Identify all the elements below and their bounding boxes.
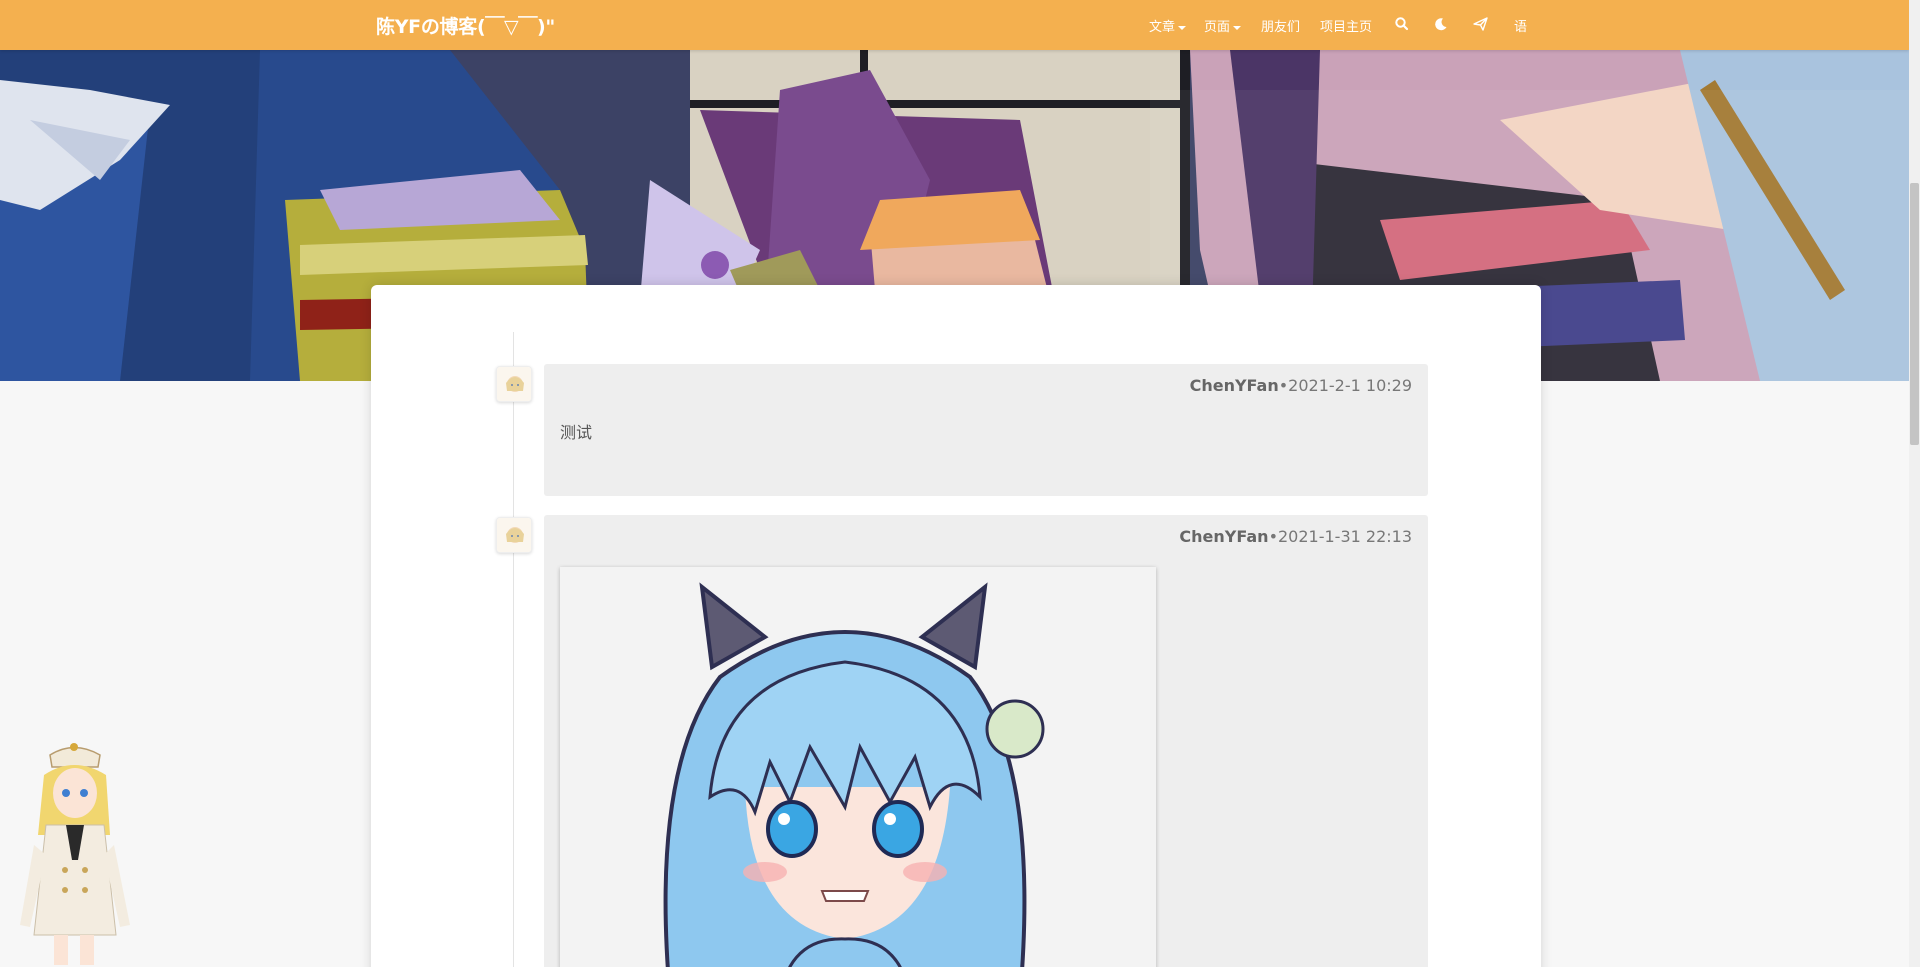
nav-item-label: 项目主页	[1320, 20, 1373, 35]
language-toggle[interactable]: 语	[1514, 16, 1527, 35]
timeline-line	[513, 332, 514, 967]
comment-time: 2021-2-1 10:29	[1288, 376, 1412, 395]
nav-item-label: 文章	[1149, 20, 1176, 35]
paper-plane-icon[interactable]	[1472, 15, 1490, 33]
comment-time: 2021-1-31 22:13	[1278, 527, 1412, 546]
nav-item-label: 朋友们	[1261, 20, 1301, 35]
nav-item-friends[interactable]: 朋友们	[1261, 16, 1300, 35]
comment-author: ChenYFan	[1179, 527, 1269, 546]
comment-text: 测试	[560, 423, 593, 442]
live2d-character-widget[interactable]	[10, 735, 138, 967]
avatar[interactable]	[496, 517, 532, 553]
nav-item-label: 页面	[1204, 20, 1231, 35]
nav-item-pages[interactable]: 页面	[1204, 16, 1242, 35]
top-navbar: 陈YFの博客(￣▽￣)" 文章 页面 朋友们 项目主页 语	[0, 0, 1909, 50]
comment-meta: ChenYFan•2021-1-31 22:13	[1179, 527, 1412, 546]
moon-icon[interactable]	[1432, 15, 1450, 33]
avatar[interactable]	[496, 366, 532, 402]
meta-separator: •	[1278, 376, 1289, 395]
comment-image[interactable]	[560, 567, 1156, 967]
nav-item-projects[interactable]: 项目主页	[1320, 16, 1372, 35]
comment-item: ChenYFan•2021-1-31 22:13	[544, 515, 1428, 967]
caret-down-icon	[1178, 25, 1187, 30]
scrollbar-thumb[interactable]	[1910, 183, 1919, 445]
page-scrollbar[interactable]	[1909, 0, 1920, 967]
comment-item: ChenYFan•2021-2-1 10:29 测试	[544, 364, 1428, 496]
comment-meta: ChenYFan•2021-2-1 10:29	[1190, 376, 1412, 395]
site-title[interactable]: 陈YFの博客(￣▽￣)"	[376, 12, 555, 39]
comment-author: ChenYFan	[1189, 376, 1279, 395]
caret-down-icon	[1233, 25, 1242, 30]
nav-item-articles[interactable]: 文章	[1149, 16, 1187, 35]
search-icon[interactable]	[1393, 15, 1411, 33]
meta-separator: •	[1268, 527, 1278, 546]
